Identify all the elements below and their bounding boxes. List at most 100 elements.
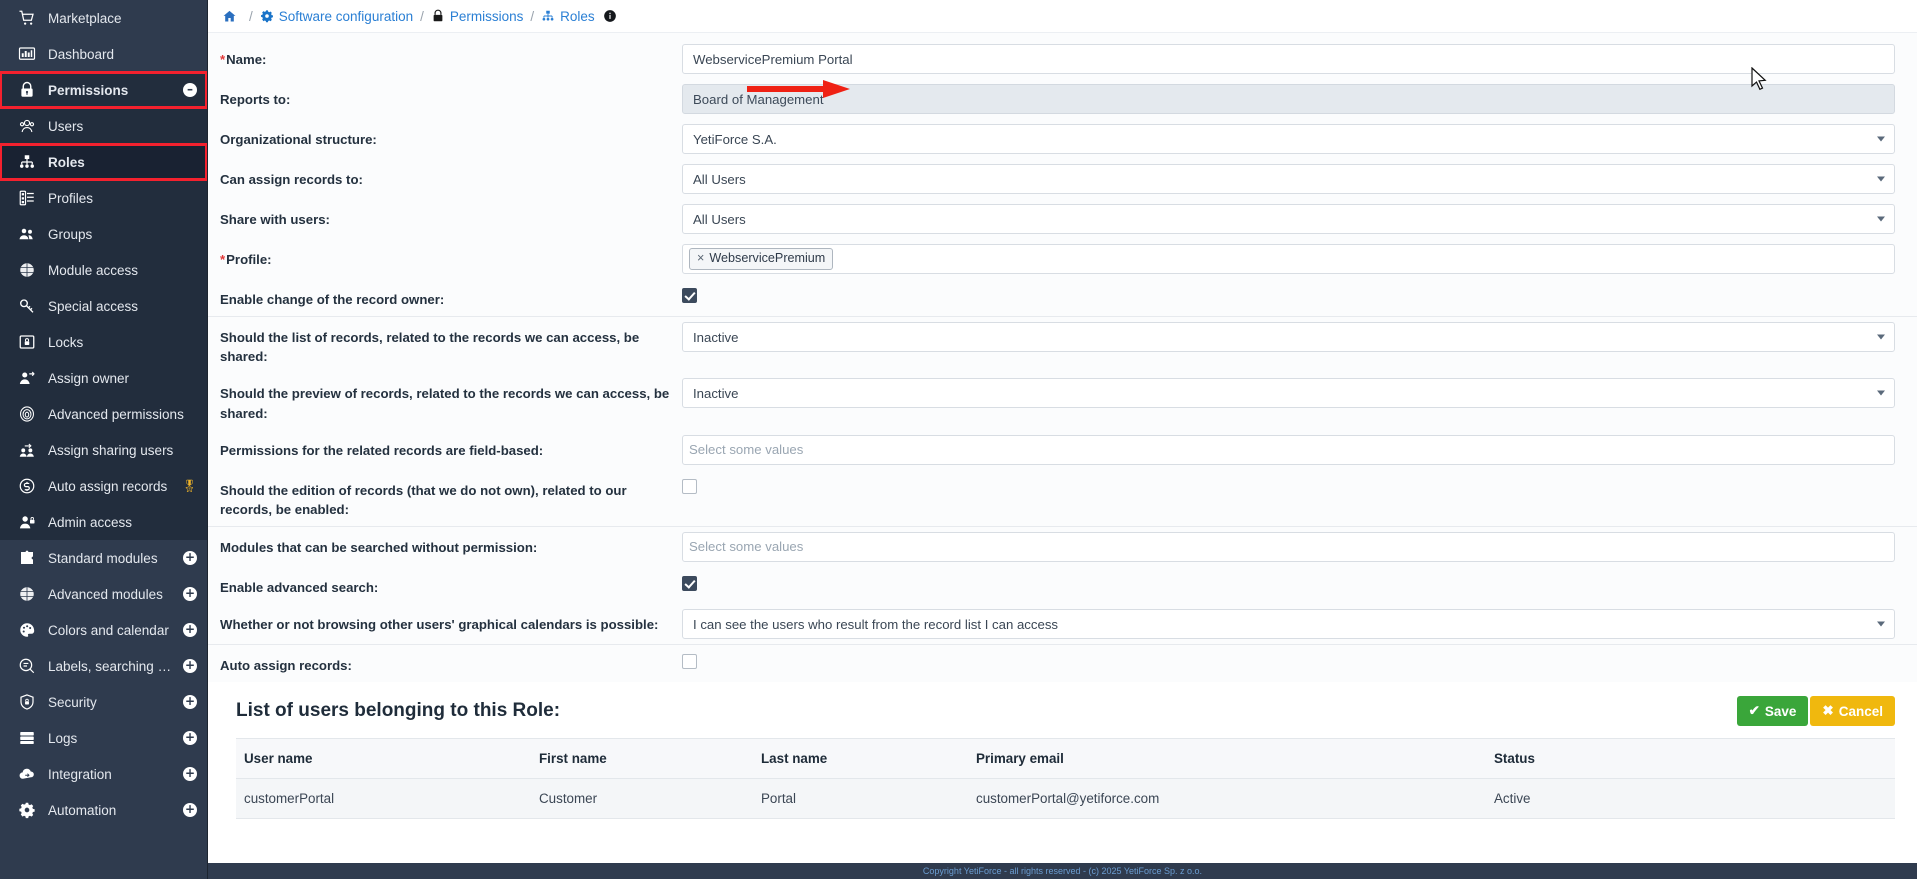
form-label-share-with-users: Share with users: bbox=[220, 212, 330, 227]
info-icon[interactable] bbox=[603, 9, 617, 23]
breadcrumb-link[interactable]: Permissions bbox=[450, 9, 524, 24]
sidebar-item-label: Standard modules bbox=[48, 550, 158, 566]
reports-to-value: Board of Management bbox=[693, 91, 824, 107]
form-control-share-related-preview: Inactive bbox=[682, 373, 1895, 413]
sidebar-item-security[interactable]: Security + bbox=[0, 684, 207, 720]
sidebar-item-standard-modules[interactable]: Standard modules + bbox=[0, 540, 207, 576]
column-header-primary-email: Primary email bbox=[968, 738, 1486, 780]
form-control-share-related-list: Inactive bbox=[682, 317, 1895, 357]
sidebar-item-advanced-permissions[interactable]: Advanced permissions bbox=[0, 396, 207, 432]
expand-plus-icon[interactable]: + bbox=[183, 767, 197, 781]
expand-plus-icon[interactable]: + bbox=[183, 695, 197, 709]
collapse-minus-icon[interactable]: – bbox=[183, 83, 197, 97]
advanced-search-checkbox[interactable] bbox=[682, 575, 697, 591]
form-label-auto-assign-records: Auto assign records: bbox=[220, 658, 352, 674]
name-input[interactable]: WebservicePremium Portal bbox=[682, 44, 1895, 74]
sidebar-item-label: Admin access bbox=[48, 514, 133, 530]
sidebar-item-assign-sharing-users[interactable]: Assign sharing users bbox=[0, 432, 207, 468]
sidebar-item-special-access[interactable]: Special access bbox=[0, 288, 207, 324]
sidebar-item-logs[interactable]: Logs + bbox=[0, 720, 207, 756]
breadcrumb: / Software configuration / Permissions /… bbox=[208, 0, 1917, 33]
sidebar-item-permissions[interactable]: Permissions – bbox=[0, 71, 207, 109]
expand-plus-icon[interactable]: + bbox=[183, 551, 197, 565]
sidebar-item-profiles[interactable]: Profiles bbox=[0, 180, 207, 216]
breadcrumb-item-roles[interactable]: Roles bbox=[541, 9, 595, 24]
sidebar-item-assign-owner[interactable]: Assign owner bbox=[0, 360, 207, 396]
remove-tag-icon[interactable]: × bbox=[697, 251, 704, 267]
share-with-users-select[interactable]: All Users bbox=[682, 204, 1895, 234]
key-icon bbox=[12, 297, 42, 315]
assign-records-to-select[interactable]: All Users bbox=[682, 164, 1895, 194]
save-button[interactable]: ✔ Save bbox=[1736, 696, 1809, 727]
form-control-advanced-search bbox=[682, 567, 1895, 596]
sidebar-item-module-access[interactable]: Module access bbox=[0, 252, 207, 288]
expand-plus-icon[interactable]: + bbox=[183, 587, 197, 601]
form-row-name: *Name: WebservicePremium Portal bbox=[208, 39, 1917, 79]
palette-icon bbox=[12, 621, 42, 639]
sidebar-item-roles[interactable]: Roles bbox=[0, 143, 207, 181]
sidebar-item-colors-and-calendar[interactable]: Colors and calendar + bbox=[0, 612, 207, 648]
browsing-calendars-select[interactable]: I can see the users who result from the … bbox=[682, 609, 1895, 640]
sidebar-item-automation[interactable]: Automation + bbox=[0, 792, 207, 828]
form-row-modules-searched: Modules that can be searched without per… bbox=[208, 525, 1917, 567]
cogs-icon bbox=[12, 801, 42, 819]
form-label-field-based-permissions: Permissions for the related records are … bbox=[220, 442, 544, 458]
enable-change-owner-checkbox[interactable] bbox=[682, 288, 697, 303]
breadcrumb-item-software-configuration[interactable]: Software configuration bbox=[260, 9, 413, 24]
sidebar-item-labels-searching[interactable]: Labels, searching an... + bbox=[0, 648, 207, 684]
users-table-body: customerPortal Customer Portal customerP… bbox=[236, 778, 1895, 820]
sidebar-item-groups[interactable]: Groups bbox=[0, 216, 207, 252]
auto-assign-records-checkbox[interactable] bbox=[682, 654, 697, 670]
breadcrumb-link[interactable]: Roles bbox=[560, 9, 595, 24]
form-label-profile: *Profile: bbox=[220, 252, 272, 267]
org-structure-value: YetiForce S.A. bbox=[693, 131, 777, 147]
sitemap-icon bbox=[12, 153, 42, 171]
action-buttons: ✔ Save ✖ Cancel bbox=[1736, 696, 1895, 727]
breadcrumb-separator: / bbox=[530, 8, 535, 24]
puzzle-icon bbox=[12, 549, 42, 567]
org-structure-select[interactable]: YetiForce S.A. bbox=[682, 124, 1895, 154]
field-based-permissions-multiselect[interactable]: Select some values bbox=[682, 434, 1895, 465]
sidebar-item-users[interactable]: Users bbox=[0, 108, 207, 144]
modules-searched-multiselect[interactable]: Select some values bbox=[682, 531, 1895, 562]
share-related-list-select[interactable]: Inactive bbox=[682, 322, 1895, 353]
share-users-icon bbox=[12, 441, 42, 459]
gear-icon bbox=[260, 9, 274, 23]
profile-tag[interactable]: × WebservicePremium bbox=[689, 248, 834, 270]
form-control-reports-to: Board of Management bbox=[682, 79, 1895, 119]
table-row[interactable]: customerPortal Customer Portal customerP… bbox=[236, 778, 1895, 820]
sidebar-item-locks[interactable]: Locks bbox=[0, 324, 207, 360]
sidebar-item-marketplace[interactable]: Marketplace bbox=[0, 0, 207, 36]
edition-of-records-checkbox[interactable] bbox=[682, 478, 697, 494]
form-label-reports-to: Reports to: bbox=[220, 92, 291, 107]
chevron-down-icon bbox=[1877, 390, 1885, 396]
check-icon: ✔ bbox=[1748, 703, 1760, 719]
expand-plus-icon[interactable]: + bbox=[183, 623, 197, 637]
sidebar-item-label: Logs bbox=[48, 730, 78, 746]
sidebar-item-advanced-modules[interactable]: Advanced modules + bbox=[0, 576, 207, 612]
share-related-preview-select[interactable]: Inactive bbox=[682, 378, 1895, 409]
lock-icon bbox=[12, 81, 42, 99]
form-row-enable-change-owner: Enable change of the record owner: bbox=[208, 279, 1917, 316]
share-related-list-value: Inactive bbox=[693, 329, 739, 345]
sidebar-item-admin-access[interactable]: Admin access bbox=[0, 504, 207, 540]
sidebar-item-dashboard[interactable]: Dashboard bbox=[0, 36, 207, 72]
form-control-org-structure: YetiForce S.A. bbox=[682, 119, 1895, 159]
expand-plus-icon[interactable]: + bbox=[183, 803, 197, 817]
sidebar-item-auto-assign-records[interactable]: Auto assign records 🎖 bbox=[0, 468, 207, 504]
expand-plus-icon[interactable]: + bbox=[183, 659, 197, 673]
sidebar-item-label: Marketplace bbox=[48, 10, 122, 26]
expand-plus-icon[interactable]: + bbox=[183, 731, 197, 745]
breadcrumb-link[interactable]: Software configuration bbox=[279, 9, 413, 24]
form-control-enable-change-owner bbox=[682, 279, 1895, 308]
home-icon[interactable] bbox=[222, 9, 237, 24]
cancel-button[interactable]: ✖ Cancel bbox=[1810, 696, 1895, 727]
form-label-modules-searched: Modules that can be searched without per… bbox=[220, 539, 538, 555]
app-root: Marketplace Dashboard Permissions – User… bbox=[0, 0, 1917, 879]
sidebar-item-integration[interactable]: Integration + bbox=[0, 756, 207, 792]
breadcrumb-item-permissions[interactable]: Permissions bbox=[431, 9, 524, 24]
sidebar-item-label: Groups bbox=[48, 226, 93, 242]
profile-multiselect[interactable]: × WebservicePremium bbox=[682, 244, 1895, 274]
sidebar-item-label: Advanced modules bbox=[48, 586, 163, 602]
table-header-row: User name First name Last name Primary e… bbox=[236, 738, 1895, 780]
